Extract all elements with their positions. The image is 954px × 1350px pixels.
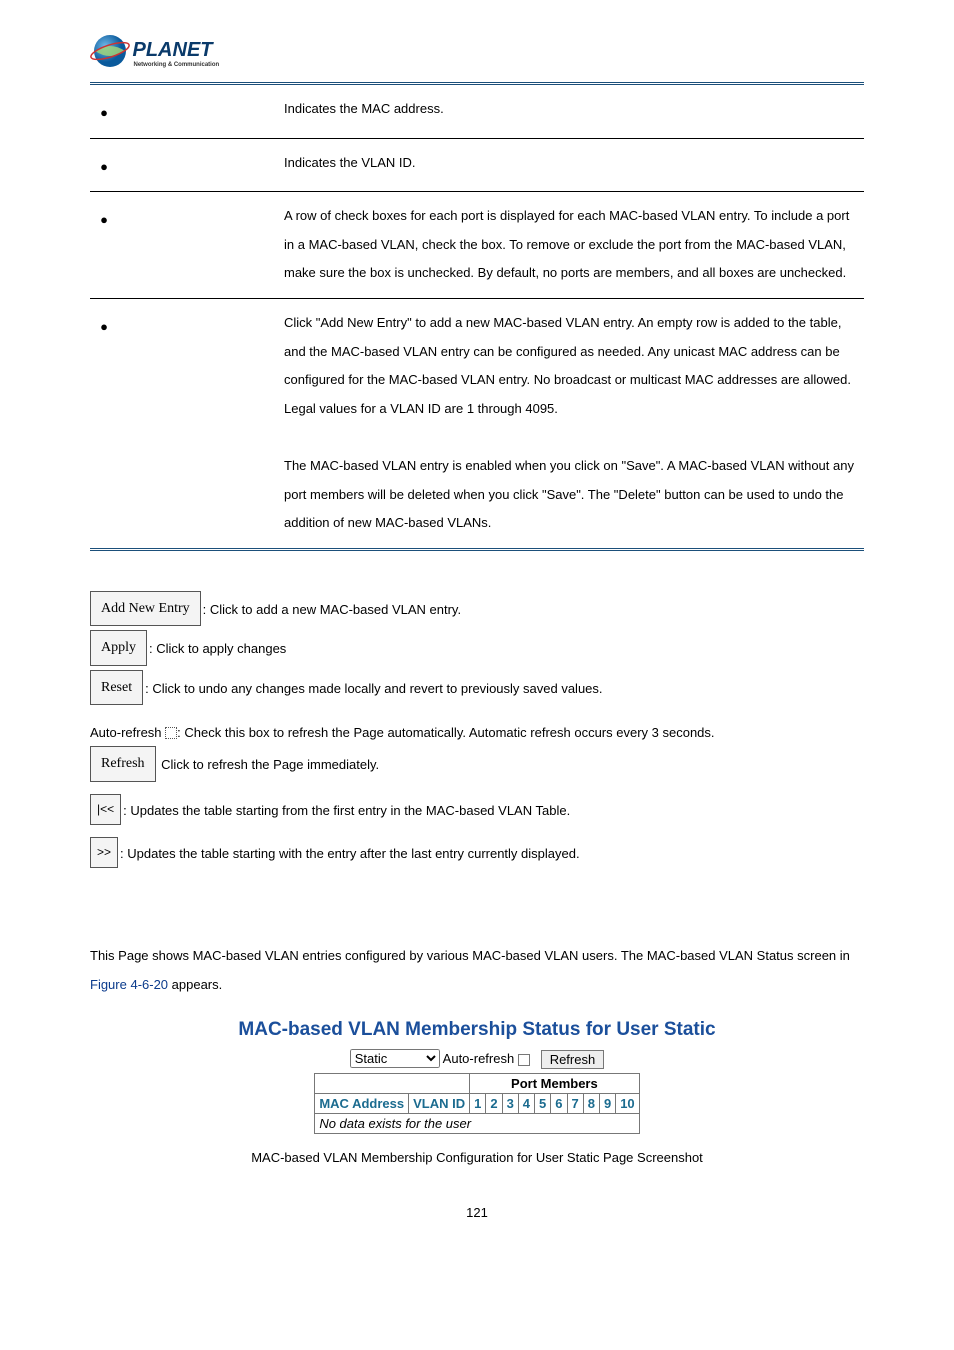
next-button[interactable]: >> [90, 837, 118, 868]
row-text-part1: Click "Add New Entry" to add a new MAC-b… [284, 315, 851, 416]
logo-brand-text: PLANET [133, 39, 215, 61]
col-port-header: 6 [551, 1094, 567, 1114]
logo-header: PLANET Networking & Communication [90, 30, 864, 80]
table-row: ● A row of check boxes for each port is … [90, 192, 864, 299]
first-button[interactable]: |<< [90, 794, 121, 825]
add-new-entry-button[interactable]: Add New Entry [90, 591, 201, 626]
footer-rule [90, 548, 864, 551]
status-controls: Static Auto-refresh Refresh [90, 1049, 864, 1069]
row-text: Indicates the MAC address. [278, 85, 864, 138]
page-number: 121 [90, 1205, 864, 1220]
table-nodata-row: No data exists for the user [315, 1114, 639, 1134]
bullet-icon: ● [90, 298, 118, 547]
reset-button[interactable]: Reset [90, 670, 143, 705]
bullet-icon: ● [90, 192, 118, 299]
autorefresh-checkbox[interactable] [165, 727, 177, 739]
row-label [118, 192, 278, 299]
col-port-header: 3 [502, 1094, 518, 1114]
col-port-header: 8 [583, 1094, 599, 1114]
autorefresh-desc: : Check this box to refresh the Page aut… [177, 725, 714, 740]
col-port-header: 9 [599, 1094, 615, 1114]
row-text-part2: The MAC-based VLAN entry is enabled when… [284, 458, 854, 530]
user-select[interactable]: Static [350, 1049, 440, 1068]
nodata-cell: No data exists for the user [315, 1114, 639, 1134]
description-table: ● Indicates the MAC address. ● Indicates… [90, 85, 864, 548]
table-row: ● Click "Add New Entry" to add a new MAC… [90, 298, 864, 547]
group-blank-header [315, 1074, 470, 1094]
section-intro: This Page shows MAC-based VLAN entries c… [90, 942, 864, 999]
apply-desc: : Click to apply changes [149, 641, 286, 656]
next-desc: : Updates the table starting with the en… [120, 846, 580, 861]
row-text: Indicates the VLAN ID. [278, 138, 864, 192]
figure-caption: MAC-based VLAN Membership Configuration … [90, 1150, 864, 1165]
bullet-icon: ● [90, 138, 118, 192]
bullet-icon: ● [90, 85, 118, 138]
table-header-col-row: MAC Address VLAN ID 1 2 3 4 5 6 7 8 9 10 [315, 1094, 639, 1114]
table-header-group-row: Port Members [315, 1074, 639, 1094]
table-row: ● Indicates the MAC address. [90, 85, 864, 138]
first-desc: : Updates the table starting from the fi… [123, 803, 570, 818]
refresh-button[interactable]: Refresh [90, 746, 156, 781]
col-port-header: 4 [518, 1094, 534, 1114]
membership-table: Port Members MAC Address VLAN ID 1 2 3 4… [314, 1073, 639, 1134]
autorefresh-label: Auto-refresh [90, 725, 162, 740]
col-vlan-header: VLAN ID [409, 1094, 470, 1114]
col-port-header: 7 [567, 1094, 583, 1114]
row-label [118, 138, 278, 192]
add-new-entry-desc: : Click to add a new MAC-based VLAN entr… [203, 602, 461, 617]
col-mac-header: MAC Address [315, 1094, 409, 1114]
row-label [118, 298, 278, 547]
intro-text-2: appears. [168, 977, 222, 992]
group-port-header: Port Members [470, 1074, 640, 1094]
reset-desc: : Click to undo any changes made locally… [145, 681, 602, 696]
status-autorefresh-label: Auto-refresh [443, 1051, 515, 1066]
row-text: Click "Add New Entry" to add a new MAC-b… [278, 298, 864, 547]
table-row: ● Indicates the VLAN ID. [90, 138, 864, 192]
status-title: MAC-based VLAN Membership Status for Use… [90, 1019, 864, 1041]
apply-button[interactable]: Apply [90, 630, 147, 665]
refresh-desc: Click to refresh the Page immediately. [158, 757, 380, 772]
logo-tagline-text: Networking & Communication [134, 62, 220, 68]
row-text: A row of check boxes for each port is di… [278, 192, 864, 299]
row-label [118, 85, 278, 138]
buttons-section: Add New Entry: Click to add a new MAC-ba… [90, 591, 864, 872]
status-autorefresh-checkbox[interactable] [518, 1054, 530, 1066]
col-port-header: 10 [616, 1094, 639, 1114]
col-port-header: 5 [535, 1094, 551, 1114]
col-port-header: 1 [470, 1094, 486, 1114]
intro-text-1: This Page shows MAC-based VLAN entries c… [90, 948, 850, 963]
col-port-header: 2 [486, 1094, 502, 1114]
planet-logo: PLANET Networking & Communication [90, 30, 265, 80]
status-refresh-button[interactable]: Refresh [541, 1050, 605, 1069]
figure-reference: Figure 4-6-20 [90, 977, 168, 992]
